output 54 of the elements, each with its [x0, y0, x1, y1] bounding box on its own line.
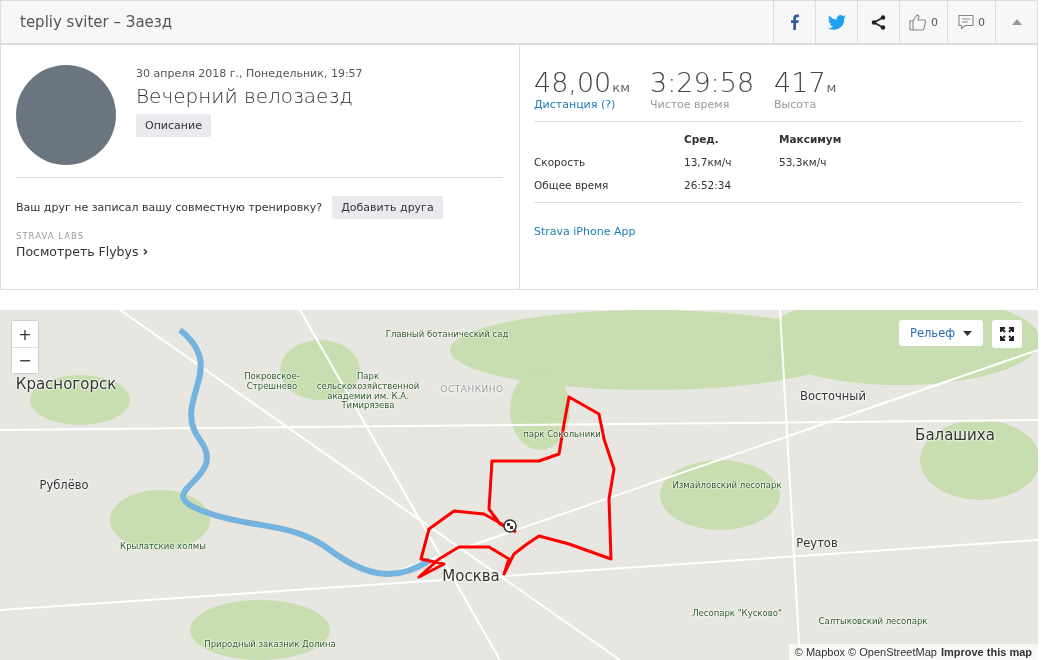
add-friend-button[interactable]: Добавить друга — [332, 196, 443, 219]
row-label: Скорость — [534, 155, 587, 168]
map-label: Покровское-Стрешнево — [243, 372, 301, 392]
description-button[interactable]: Описание — [136, 114, 211, 137]
caret-down-icon — [963, 330, 973, 336]
map-style-dropdown[interactable]: Рельеф — [899, 320, 984, 346]
friend-prompt: Ваш друг не записал вашу совместную тренировку? — [16, 201, 323, 214]
stat-value: 417 — [774, 67, 826, 98]
map-label: Балашиха — [915, 427, 995, 445]
map-label: Крылатские холмы — [120, 542, 206, 552]
caret-up-icon — [1011, 19, 1022, 25]
activity-title: Вечерний велозаезд — [136, 84, 354, 108]
share-icon — [871, 14, 886, 30]
thumbs-up-icon — [909, 13, 927, 31]
stat-value: 48,00 — [534, 67, 612, 98]
stat-label: Чистое время — [649, 98, 731, 111]
stat-value: 3:29:58 — [649, 67, 755, 98]
row-label: Общее время — [534, 178, 610, 191]
map-label: Парк сельскохозяйственной академии им. К.А. Тимирязева — [315, 372, 421, 412]
table-cell-text: 53,3км/ч — [779, 155, 828, 168]
map-label: Природный заказник Долина — [204, 640, 336, 650]
device-link[interactable]: Strava iPhone App — [534, 225, 636, 238]
page-title: tepliy sviter – Заезд — [19, 13, 173, 31]
column-header: Максимум — [779, 132, 843, 145]
distance-link[interactable]: Дистанция (?) — [534, 98, 630, 111]
map-label: Измайловский лесопарк — [672, 481, 782, 491]
stat-unit: км — [612, 80, 630, 95]
fullscreen-button[interactable] — [992, 320, 1022, 348]
map-label: Лесопарк "Кусково" — [692, 609, 782, 619]
map-attribution: © Mapbox © OpenStreetMap — [794, 646, 937, 658]
twitter-icon — [827, 14, 846, 30]
labs-label: STRAVA LABS — [16, 231, 86, 241]
stat-label: Высота — [774, 98, 818, 111]
fullscreen-icon — [1000, 327, 1014, 341]
comments-button[interactable]: 0 — [947, 1, 995, 43]
map-label: Восточный — [800, 390, 866, 404]
comment-icon — [958, 14, 974, 30]
flybys-link[interactable]: Посмотреть Flybys › — [16, 243, 149, 259]
map-label: Салтыковский лесопарк — [818, 617, 928, 627]
map-label: Главный ботанический сад — [384, 330, 510, 340]
map-label: Реутов — [796, 537, 838, 551]
stat-unit: м — [826, 80, 837, 95]
activity-date: 30 апреля 2018 г., Понедельник, 19:57 — [136, 67, 363, 80]
map-label: ОСТАНКИНО — [440, 384, 504, 395]
map-label: Красногорск — [15, 376, 117, 394]
column-header: Сред. — [684, 132, 720, 145]
improve-map-link[interactable]: Improve this map — [940, 646, 1032, 658]
table-cell-text: 13,7км/ч — [684, 155, 733, 168]
map-label: Рублёво — [39, 479, 89, 493]
kudos-button[interactable]: 0 — [899, 1, 947, 43]
table-cell-text: 26:52:34 — [684, 178, 733, 191]
map-label: Москва — [442, 568, 500, 586]
facebook-icon — [790, 14, 799, 30]
zoom-out-button[interactable]: − — [12, 347, 38, 373]
